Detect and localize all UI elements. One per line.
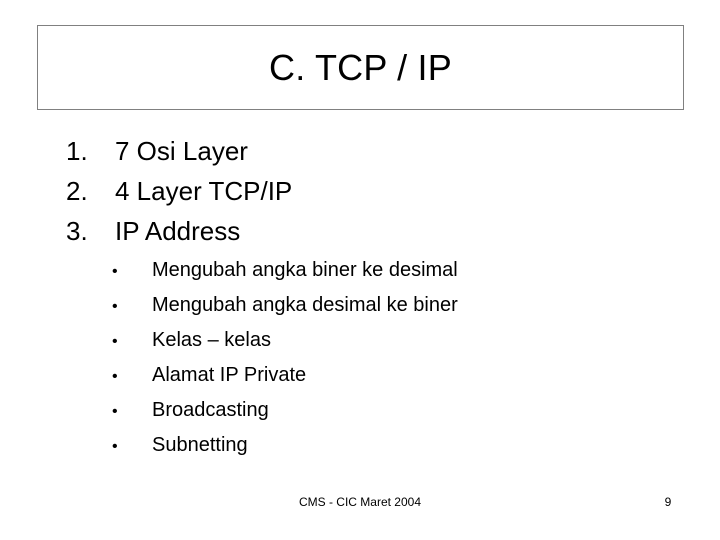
- list-item-label: Subnetting: [152, 434, 248, 456]
- slide-title-box: C. TCP / IP: [37, 25, 684, 110]
- list-item: 2. 4 Layer TCP/IP: [66, 171, 626, 211]
- list-item-number: 3.: [66, 216, 88, 246]
- numbered-list: 1. 7 Osi Layer 2. 4 Layer TCP/IP 3. IP A…: [66, 131, 626, 251]
- list-item-label: 4 Layer TCP/IP: [115, 176, 293, 206]
- list-item-number: 2.: [66, 176, 88, 206]
- bullet-icon: •: [112, 438, 118, 455]
- list-item-label: 7 Osi Layer: [115, 136, 248, 166]
- list-item: • Subnetting: [112, 428, 652, 463]
- page-number: 9: [664, 495, 672, 509]
- list-item-label: Alamat IP Private: [152, 364, 307, 386]
- bullet-icon: •: [112, 263, 118, 280]
- bullet-icon: •: [112, 403, 118, 420]
- list-item-label: Broadcasting: [152, 399, 269, 421]
- list-item: 3. IP Address: [66, 211, 626, 251]
- list-item: 1. 7 Osi Layer: [66, 131, 626, 171]
- list-item: • Mengubah angka biner ke desimal: [112, 253, 652, 288]
- slide-footer: CMS - CIC Maret 2004: [298, 495, 422, 509]
- list-item: • Kelas – kelas: [112, 323, 652, 358]
- list-item-number: 1.: [66, 136, 88, 166]
- page-title: C. TCP / IP: [269, 46, 452, 88]
- bullet-icon: •: [112, 333, 118, 350]
- list-item: • Broadcasting: [112, 393, 652, 428]
- bullet-icon: •: [112, 368, 118, 385]
- bullet-icon: •: [112, 298, 118, 315]
- list-item-label: Mengubah angka desimal ke biner: [152, 294, 458, 316]
- slide-canvas: C. TCP / IP 1. 7 Osi Layer 2. 4 Layer TC…: [0, 0, 720, 540]
- list-item-label: Kelas – kelas: [152, 329, 271, 351]
- bullet-list: • Mengubah angka biner ke desimal • Meng…: [112, 253, 652, 463]
- list-item: • Mengubah angka desimal ke biner: [112, 288, 652, 323]
- list-item-label: IP Address: [115, 216, 241, 246]
- list-item: • Alamat IP Private: [112, 358, 652, 393]
- list-item-label: Mengubah angka biner ke desimal: [152, 259, 458, 281]
